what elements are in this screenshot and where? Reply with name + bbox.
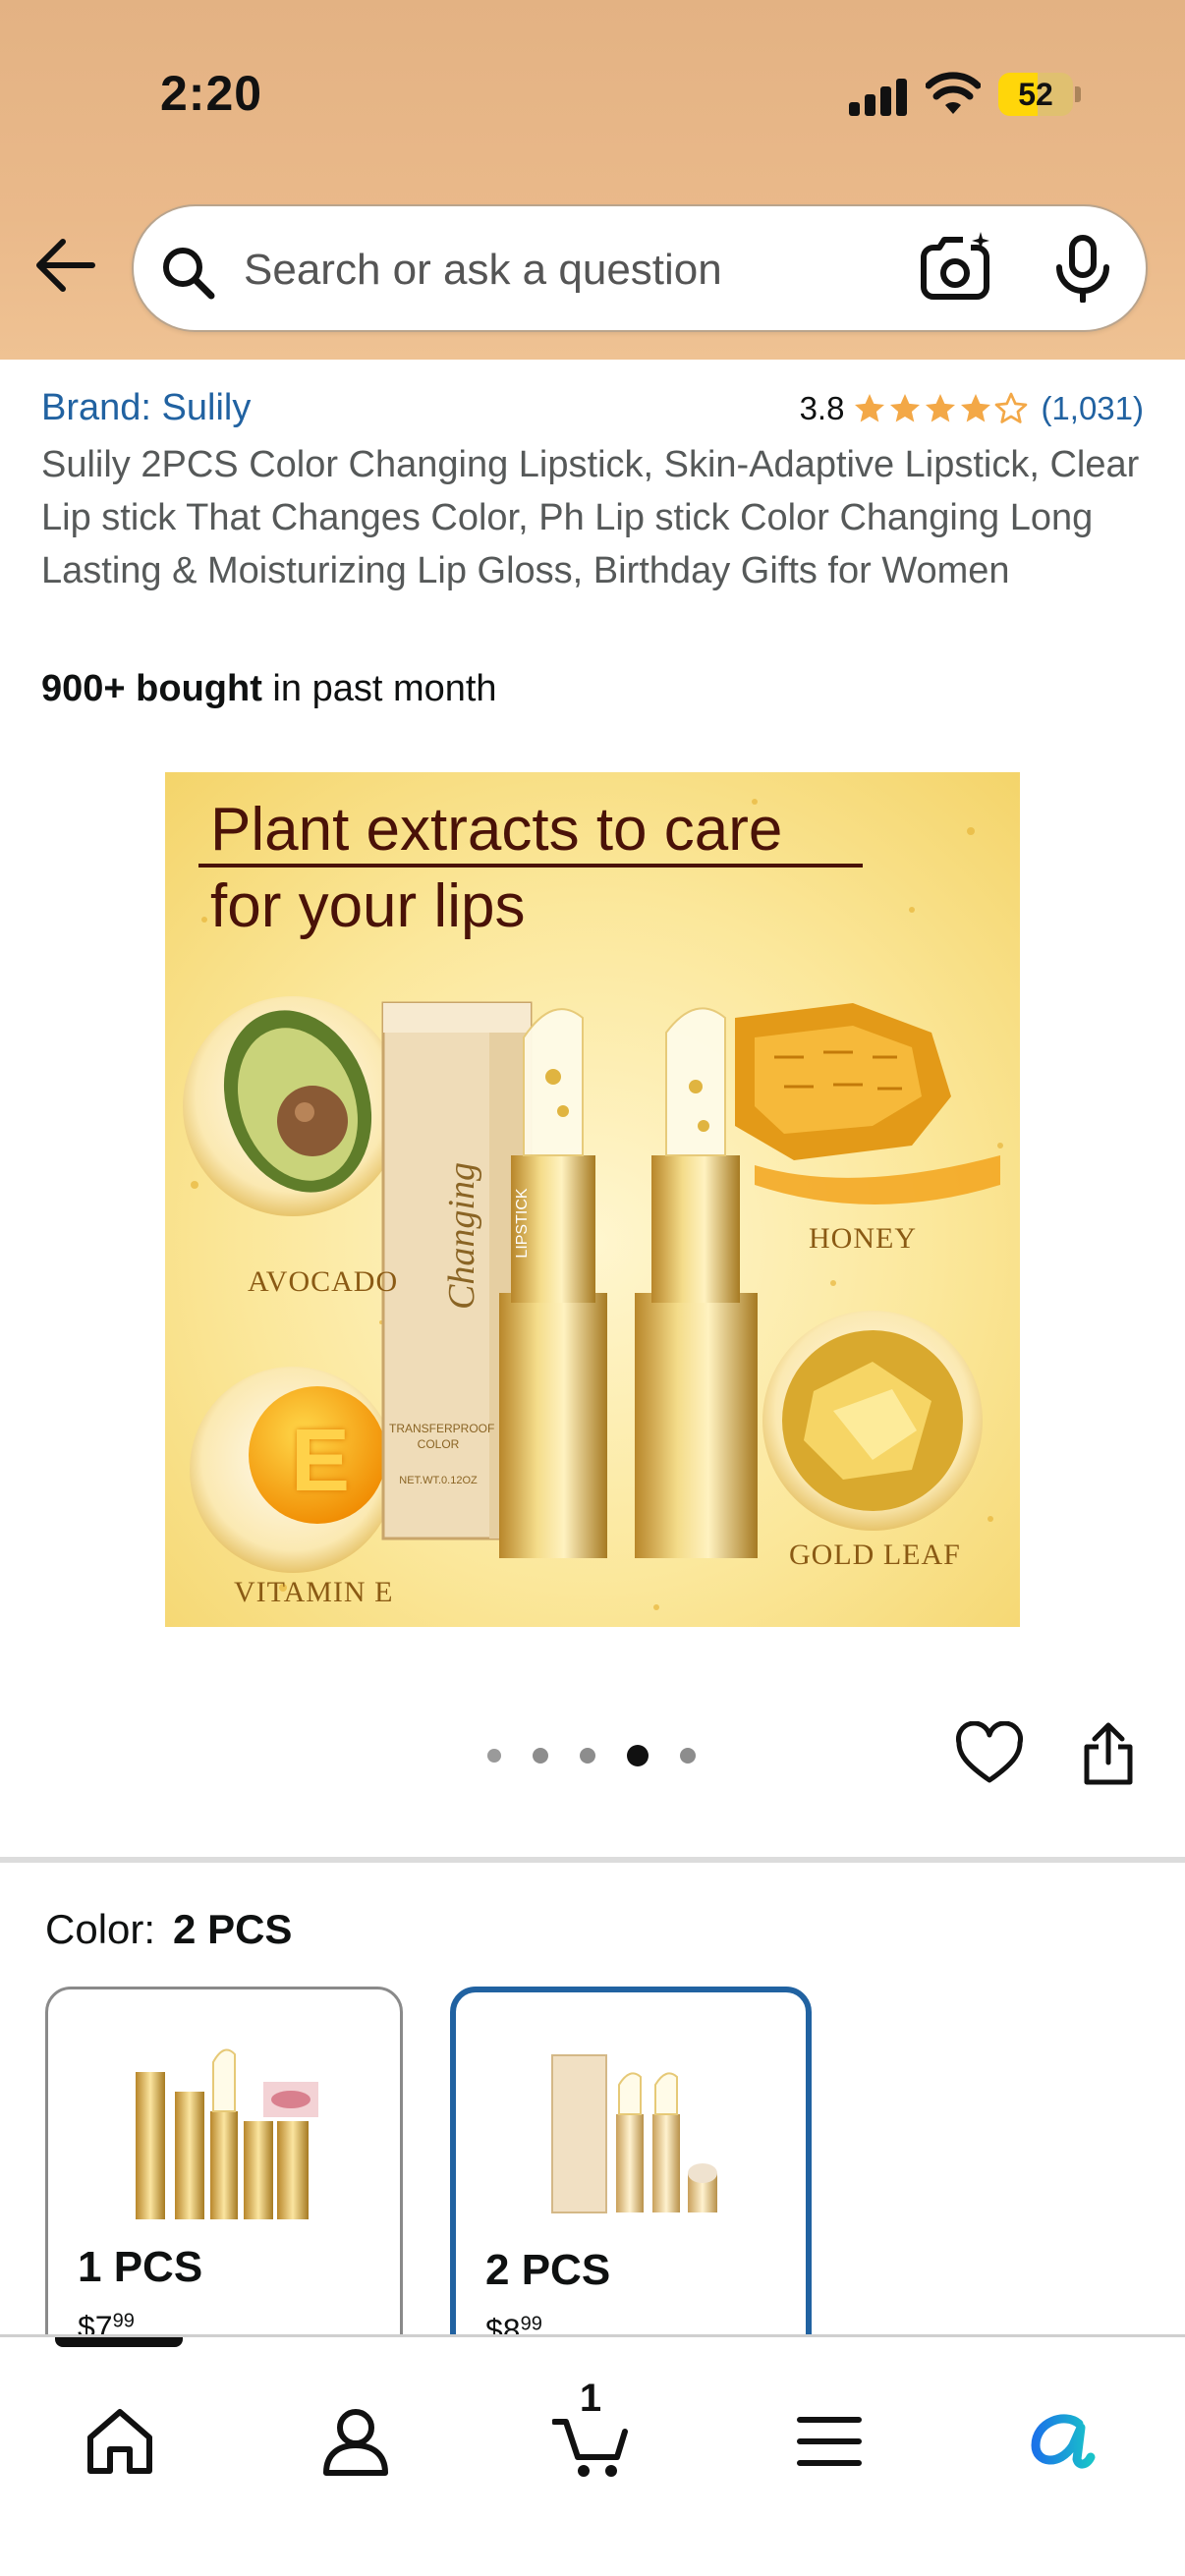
star-icon: [926, 394, 956, 422]
star-icon: [890, 394, 921, 422]
bottom-navigation: 1: [0, 2334, 1185, 2576]
camera-search-icon[interactable]: [920, 232, 992, 303]
back-arrow-icon[interactable]: [33, 236, 96, 295]
carousel-dot[interactable]: [487, 1749, 501, 1763]
vitamin-e-letter: E: [291, 1412, 351, 1510]
brand-link[interactable]: Brand: Sulily: [41, 387, 251, 429]
box-brand-text: Changing: [441, 1162, 482, 1310]
variant-price-cents: 99: [520, 2313, 542, 2335]
search-icon: [163, 248, 215, 300]
vitamin-e-label: VITAMIN E: [234, 1576, 394, 1608]
home-icon[interactable]: [81, 2402, 159, 2481]
carousel-dot-active[interactable]: [627, 1745, 649, 1766]
product-image[interactable]: Plant extracts to care for your lips AVO…: [165, 772, 1020, 1627]
variant-label: 1 PCS: [78, 2243, 203, 2291]
microphone-icon[interactable]: [1051, 234, 1114, 303]
rufus-icon[interactable]: [1022, 2402, 1100, 2481]
rating-count-link[interactable]: (1,031): [1041, 390, 1144, 427]
rating-value: 3.8: [799, 390, 845, 426]
rating-stars: [852, 391, 1029, 426]
active-tab-indicator: [55, 2337, 183, 2347]
account-icon[interactable]: [316, 2402, 395, 2481]
variant-label: 2 PCS: [485, 2246, 611, 2294]
heart-icon[interactable]: [955, 1721, 1024, 1786]
share-icon[interactable]: [1079, 1719, 1138, 1788]
box-weight: NET.WT.0.12OZ: [399, 1475, 478, 1486]
variant-thumbnail: [136, 2048, 318, 2219]
menu-icon[interactable]: [790, 2402, 869, 2481]
gold-leaf-label: GOLD LEAF: [789, 1539, 961, 1571]
variant-price-cents: 99: [112, 2310, 135, 2332]
star-empty-icon: [995, 392, 1028, 423]
image-carousel-dots[interactable]: [487, 1745, 696, 1766]
box-note: TRANSFERPROOF COLOR: [389, 1422, 495, 1451]
bought-suffix: in past month: [261, 668, 497, 709]
box-sub-text: LIPSTICK: [514, 1188, 531, 1259]
app-header: 2:20 52 Search or ask a question: [0, 0, 1185, 360]
honey-label: HONEY: [809, 1222, 917, 1255]
carousel-dot[interactable]: [580, 1748, 595, 1764]
avocado-label: AVOCADO: [248, 1265, 399, 1298]
color-selector-label: Color: 2 PCS: [45, 1906, 292, 1953]
image-headline-line1: Plant extracts to care: [210, 796, 783, 864]
star-icon: [855, 394, 885, 422]
carousel-dot[interactable]: [533, 1748, 548, 1764]
status-time: 2:20: [160, 66, 263, 121]
bought-count: 900+ bought: [41, 668, 262, 709]
image-headline: Plant extracts to care for your lips: [210, 792, 782, 945]
product-title: Sulily 2PCS Color Changing Lipstick, Ski…: [41, 444, 1140, 591]
star-icon: [961, 394, 991, 422]
variant-thumbnail: [551, 2054, 717, 2213]
cellular-signal-icon: [849, 79, 908, 116]
section-divider: [0, 1857, 1185, 1863]
color-label: Color:: [45, 1906, 156, 1952]
wifi-icon: [926, 72, 981, 114]
carousel-dot[interactable]: [680, 1748, 696, 1764]
headline-underline: [198, 864, 863, 868]
rating-summary[interactable]: 3.8 (1,031): [800, 387, 1144, 430]
battery-indicator: 52: [998, 73, 1081, 116]
search-input[interactable]: Search or ask a question: [244, 246, 722, 295]
selected-color-value: 2 PCS: [173, 1906, 293, 1952]
image-headline-line2: for your lips: [210, 872, 526, 940]
bought-in-past-month: 900+ bought in past month: [41, 668, 497, 710]
battery-percent: 52: [1018, 77, 1053, 112]
cart-icon[interactable]: [552, 2402, 631, 2481]
search-bar[interactable]: Search or ask a question: [132, 204, 1148, 332]
